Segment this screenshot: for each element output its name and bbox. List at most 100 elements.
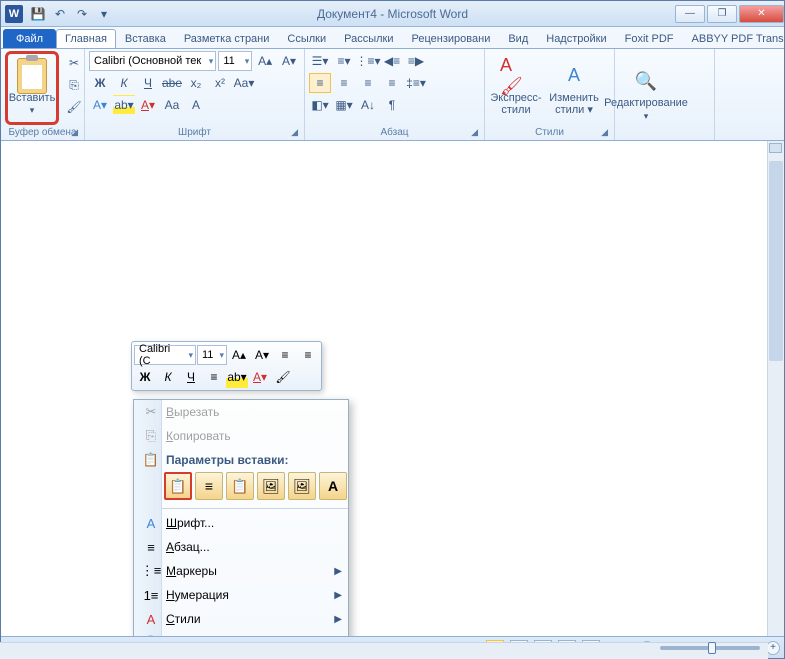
font-name-combo[interactable]: Calibri (Основной тек xyxy=(89,51,216,71)
align-left-icon[interactable]: ≡ xyxy=(309,73,331,93)
text-effects-icon[interactable]: A▾ xyxy=(89,95,111,115)
mini-size-combo[interactable]: 11 xyxy=(197,345,227,365)
bullets-icon[interactable]: ☰▾ xyxy=(309,51,331,71)
change-styles-button[interactable]: A Изменить стили ▾ xyxy=(547,51,601,125)
mini-indent-icon[interactable]: ≡ xyxy=(297,344,319,366)
mini-font-combo[interactable]: Calibri (С xyxy=(134,345,196,365)
superscript-button[interactable]: x² xyxy=(209,73,231,93)
line-spacing-icon[interactable]: ‡≡▾ xyxy=(405,73,427,93)
zoom-slider[interactable] xyxy=(660,646,760,650)
qat-more-icon[interactable]: ▾ xyxy=(95,5,113,23)
cm-font[interactable]: A Шрифт... xyxy=(134,511,348,535)
cm-separator xyxy=(162,508,348,509)
editing-button[interactable]: 🔍 Редактирование▾ xyxy=(619,51,673,136)
tab-addins[interactable]: Надстройки xyxy=(537,29,615,48)
paste-merge-icon[interactable]: ≡ xyxy=(195,472,223,500)
paragraph-launcher-icon[interactable]: ◢ xyxy=(471,127,478,138)
redo-icon[interactable]: ↷ xyxy=(73,5,91,23)
tab-layout[interactable]: Разметка страни xyxy=(175,29,279,48)
mini-grow-icon[interactable]: A▴ xyxy=(228,344,250,366)
mini-highlight-icon[interactable]: ab▾ xyxy=(226,366,248,388)
zoom-in-button[interactable]: + xyxy=(766,641,780,655)
tab-foxit[interactable]: Foxit PDF xyxy=(616,29,683,48)
minimize-button[interactable]: — xyxy=(675,5,705,23)
increase-indent-icon[interactable]: ≡▶ xyxy=(405,51,427,71)
undo-icon[interactable]: ↶ xyxy=(51,5,69,23)
clipboard-launcher-icon[interactable]: ◢ xyxy=(71,127,78,138)
show-marks-icon[interactable]: ¶ xyxy=(381,95,403,115)
paste-link-icon[interactable]: 🖼 xyxy=(288,472,316,500)
quick-access-toolbar: 💾 ↶ ↷ ▾ xyxy=(29,5,113,23)
mini-bold-button[interactable]: Ж xyxy=(134,366,156,388)
justify-icon[interactable]: ≡ xyxy=(381,73,403,93)
paste-use-dest-icon[interactable]: 📋 xyxy=(226,472,254,500)
cm-bullets[interactable]: ⋮≡ Маркеры ▶ xyxy=(134,559,348,583)
italic-button[interactable]: К xyxy=(113,73,135,93)
paste-keep-source-icon[interactable]: 📋 xyxy=(164,472,192,500)
copy-icon[interactable]: ⎘ xyxy=(63,75,85,95)
paste-button[interactable]: Вставить▾ xyxy=(5,51,59,125)
shading-icon[interactable]: ◧▾ xyxy=(309,95,331,115)
quick-styles-button[interactable]: A🖌 Экспресс-стили xyxy=(489,51,543,125)
group-editing: 🔍 Редактирование▾ xyxy=(615,49,715,140)
tab-references[interactable]: Ссылки xyxy=(278,29,335,48)
scrollbar-thumb[interactable] xyxy=(769,161,783,361)
strikethrough-button[interactable]: abe xyxy=(161,73,183,93)
format-painter-icon[interactable]: 🖌 xyxy=(63,97,85,117)
group-label-paragraph: Абзац◢ xyxy=(309,125,480,140)
underline-button[interactable]: Ч xyxy=(137,73,159,93)
vertical-scrollbar[interactable] xyxy=(767,141,784,636)
tab-mailings[interactable]: Рассылки xyxy=(335,29,402,48)
tab-file[interactable]: Файл xyxy=(3,29,56,48)
group-clipboard: Вставить▾ ✂ ⎘ 🖌 Буфер обмена◢ xyxy=(1,49,85,140)
bold-button[interactable]: Ж xyxy=(89,73,111,93)
cm-paste-header: Параметры вставки: xyxy=(162,453,289,467)
styles-launcher-icon[interactable]: ◢ xyxy=(601,127,608,138)
word-app-icon[interactable]: W xyxy=(5,5,23,23)
cm-numbering[interactable]: 1≡ Нумерация ▶ xyxy=(134,583,348,607)
tab-abbyy[interactable]: ABBYY PDF Trans xyxy=(683,29,785,48)
paste-text-only-icon[interactable]: A xyxy=(319,472,347,500)
mini-shrink-icon[interactable]: A▾ xyxy=(251,344,273,366)
split-handle-icon[interactable] xyxy=(769,143,782,153)
maximize-button[interactable]: ❐ xyxy=(707,5,737,23)
save-icon[interactable]: 💾 xyxy=(29,5,47,23)
clear-format-icon[interactable]: Aa xyxy=(161,95,183,115)
cm-paragraph[interactable]: ≡ Абзац... xyxy=(134,535,348,559)
tab-review[interactable]: Рецензировани xyxy=(403,29,500,48)
mini-styles-icon[interactable]: ≡ xyxy=(274,344,296,366)
align-right-icon[interactable]: ≡ xyxy=(357,73,379,93)
tab-view[interactable]: Вид xyxy=(499,29,537,48)
mini-format-painter-icon[interactable]: 🖌 xyxy=(272,366,294,388)
borders-icon[interactable]: ▦▾ xyxy=(333,95,355,115)
highlight-icon[interactable]: ab▾ xyxy=(113,95,135,115)
subscript-button[interactable]: x₂ xyxy=(185,73,207,93)
context-menu: ✂ Вырезать ⎘ Копировать 📋 Параметры вста… xyxy=(133,399,349,636)
decrease-indent-icon[interactable]: ◀≡ xyxy=(381,51,403,71)
zoom-thumb[interactable] xyxy=(708,642,716,654)
char-border-icon[interactable]: A xyxy=(185,95,207,115)
tab-insert[interactable]: Вставка xyxy=(116,29,175,48)
paste-picture-icon[interactable]: 🖼 xyxy=(257,472,285,500)
mini-underline-button[interactable]: Ч xyxy=(180,366,202,388)
change-case-icon[interactable]: Aa▾ xyxy=(233,73,255,93)
sort-icon[interactable]: A↓ xyxy=(357,95,379,115)
mini-center-icon[interactable]: ≡ xyxy=(203,366,225,388)
document-area[interactable]: Calibri (С 11 A▴ A▾ ≡ ≡ Ж К Ч ≡ ab▾ A▾ 🖌… xyxy=(1,141,784,636)
shrink-font-icon[interactable]: A▾ xyxy=(278,51,300,71)
mini-fontcolor-icon[interactable]: A▾ xyxy=(249,366,271,388)
mini-italic-button[interactable]: К xyxy=(157,366,179,388)
multilevel-icon[interactable]: ⋮≡▾ xyxy=(357,51,379,71)
font-color-icon[interactable]: A▾ xyxy=(137,95,159,115)
horizontal-scrollbar[interactable] xyxy=(0,642,768,659)
font-launcher-icon[interactable]: ◢ xyxy=(291,127,298,138)
close-button[interactable]: ✕ xyxy=(739,5,784,23)
cm-styles[interactable]: A Стили ▶ xyxy=(134,607,348,631)
align-center-icon[interactable]: ≡ xyxy=(333,73,355,93)
tab-home[interactable]: Главная xyxy=(56,29,116,48)
cut-icon[interactable]: ✂ xyxy=(63,53,85,73)
grow-font-icon[interactable]: A▴ xyxy=(254,51,276,71)
font-size-combo[interactable]: 11 xyxy=(218,51,252,71)
numbering-icon[interactable]: ≡▾ xyxy=(333,51,355,71)
cm-hyperlink[interactable]: 🌐 Гиперссылка... xyxy=(134,631,348,636)
